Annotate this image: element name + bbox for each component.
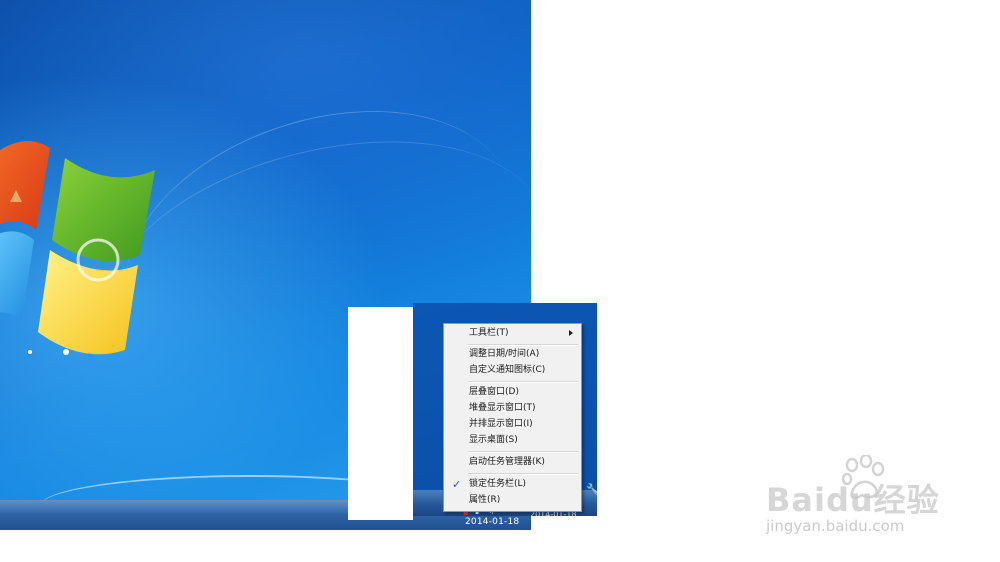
menu-item-show-desktop[interactable]: 显示桌面(S) bbox=[446, 433, 579, 448]
menu-item-cascade-windows[interactable]: 层叠窗口(D) bbox=[446, 385, 579, 400]
menu-separator bbox=[468, 473, 578, 475]
paw-icon bbox=[841, 455, 885, 499]
menu-item-task-manager[interactable]: 启动任务管理器(K) bbox=[446, 455, 579, 470]
menu-item-label: 堆叠显示窗口(T) bbox=[469, 403, 536, 413]
menu-separator bbox=[468, 451, 578, 453]
menu-item-label: 显示桌面(S) bbox=[469, 435, 518, 445]
menu-item-toolbars[interactable]: 工具栏(T) bbox=[446, 326, 579, 341]
menu-item-customize-notification-icons[interactable]: 自定义通知图标(C) bbox=[446, 363, 579, 378]
menu-item-side-by-side-windows[interactable]: 并排显示窗口(I) bbox=[446, 417, 579, 432]
taskbar-context-menu: 工具栏(T) 调整日期/时间(A) 自定义通知图标(C) 层叠窗口(D) 堆叠显… bbox=[443, 323, 582, 512]
menu-separator bbox=[468, 344, 578, 346]
check-icon: ✓ bbox=[452, 478, 462, 491]
menu-item-label: 启动任务管理器(K) bbox=[469, 457, 545, 467]
watermark-url: jingyan.baidu.com bbox=[766, 517, 905, 535]
menu-item-label: 层叠窗口(D) bbox=[469, 387, 519, 397]
menu-separator bbox=[468, 381, 578, 383]
menu-item-label: 并排显示窗口(I) bbox=[469, 419, 533, 429]
taskbar-clock[interactable]: 2014-01-18 bbox=[465, 517, 519, 527]
menu-item-stack-windows[interactable]: 堆叠显示窗口(T) bbox=[446, 401, 579, 416]
submenu-arrow-icon bbox=[569, 330, 573, 336]
menu-item-label: 调整日期/时间(A) bbox=[469, 349, 540, 359]
menu-item-label: 工具栏(T) bbox=[469, 328, 509, 338]
menu-item-adjust-date-time[interactable]: 调整日期/时间(A) bbox=[446, 347, 579, 362]
baidu-jingyan-watermark: Baidu经验 jingyan.baidu.com bbox=[766, 455, 966, 545]
menu-item-label: 锁定任务栏(L) bbox=[469, 479, 527, 489]
windows-logo-icon bbox=[0, 141, 155, 355]
menu-item-label: 属性(R) bbox=[469, 495, 501, 505]
menu-item-label: 自定义通知图标(C) bbox=[469, 365, 546, 375]
menu-item-properties[interactable]: 属性(R) bbox=[446, 493, 579, 508]
crop-blank-area bbox=[348, 307, 413, 520]
wrench-icon: 🔧 bbox=[586, 483, 597, 496]
menu-item-lock-taskbar[interactable]: ✓ 锁定任务栏(L) bbox=[446, 477, 579, 492]
